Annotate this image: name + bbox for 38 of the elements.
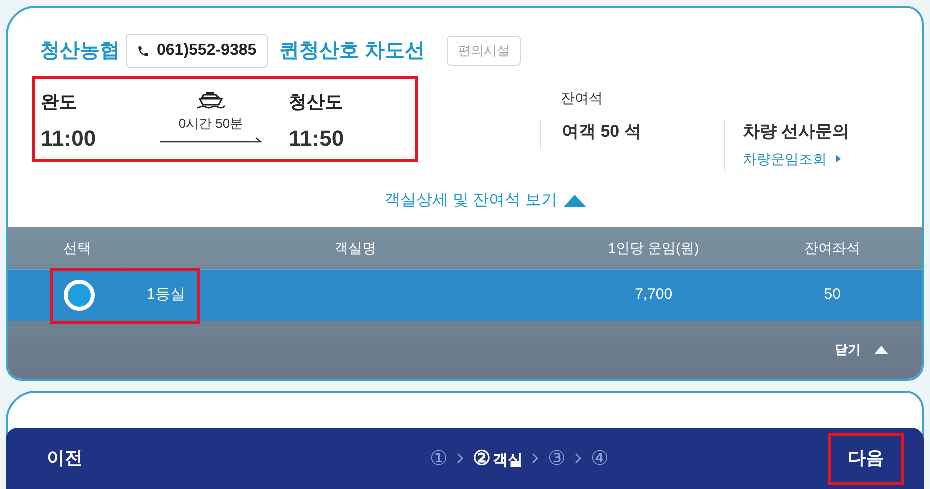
column-header: 객실명 (334, 238, 378, 258)
chevron-icon (532, 453, 539, 464)
step-indicator: ② 객실 (473, 446, 523, 472)
radio-button[interactable] (64, 280, 95, 311)
column-header: 잔여좌석 (804, 238, 862, 258)
phone-button[interactable]: 061)552-9385 (126, 34, 268, 68)
prev-button[interactable]: 이전 (47, 445, 83, 472)
table-cell-text: 50 (823, 285, 842, 306)
caret-icon (836, 155, 841, 163)
details-toggle[interactable]: 객실상세 및 잔여석 보기 (384, 189, 586, 213)
duration-text: 0시간 50분 (178, 115, 244, 133)
ship-name: 퀸청산호 차도선 (280, 39, 426, 64)
phone-icon (137, 44, 150, 58)
step-indicator: ① (430, 446, 448, 472)
vehicle-fare-link[interactable]: 차량운임조회 (743, 148, 850, 170)
vehicle-inquiry: 차량 선사문의 (743, 121, 850, 143)
triangle-icon (875, 346, 888, 354)
step-indicator: ③ (548, 446, 566, 472)
operator-name: 청산농협 (40, 39, 120, 64)
departure-time: 11:00 (41, 125, 98, 153)
passenger-seats: 여객 50 석 (562, 122, 642, 141)
room-name: 1등실 (147, 285, 186, 306)
column-header: 선택 (62, 238, 93, 258)
close-button[interactable]: 닫기 (835, 340, 888, 360)
column-header: 1인당 운임(원) (607, 238, 700, 258)
triangle-icon (564, 195, 586, 207)
ferry-icon (195, 89, 227, 111)
room-row[interactable]: 1등실 7,700 50 (8, 269, 922, 321)
arrival-time: 11:50 (289, 125, 344, 153)
departure-port: 완도 (41, 91, 78, 114)
remaining-label: 잔여석 (561, 89, 604, 108)
chevron-icon (575, 453, 582, 464)
arrival-port: 청산도 (289, 91, 344, 114)
step-indicator: ④ (591, 446, 609, 472)
next-button[interactable]: 다음 (828, 432, 904, 484)
chevron-icon (457, 453, 464, 464)
facilities-button[interactable]: 편의시설 (447, 36, 522, 66)
table-cell-text: 7,700 (634, 285, 674, 306)
